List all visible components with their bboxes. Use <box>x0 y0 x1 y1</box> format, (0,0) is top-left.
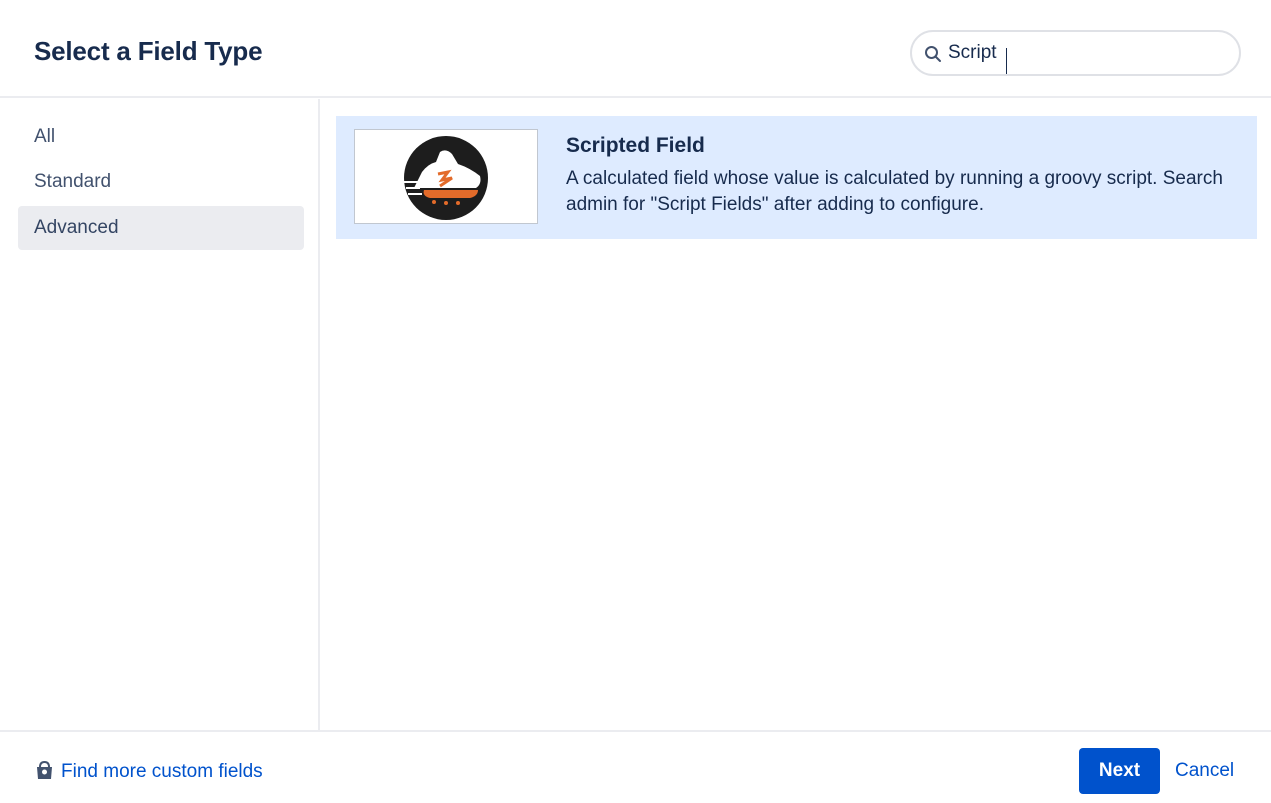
text-caret <box>1006 48 1007 74</box>
results-panel: Scripted Field A calculated field whose … <box>320 99 1271 730</box>
result-item-scripted-field[interactable]: Scripted Field A calculated field whose … <box>336 116 1257 239</box>
next-button[interactable]: Next <box>1079 748 1160 794</box>
result-thumbnail <box>354 129 538 224</box>
find-more-label: Find more custom fields <box>61 761 263 782</box>
category-sidebar: All Standard Advanced <box>0 99 320 730</box>
sidebar-item-advanced[interactable]: Advanced <box>18 206 304 250</box>
dialog-footer: Find more custom fields Next Cancel <box>0 730 1271 803</box>
dialog-header: Select a Field Type <box>0 6 1271 98</box>
find-more-custom-fields-link[interactable]: Find more custom fields <box>36 760 263 783</box>
sidebar-item-all[interactable]: All <box>18 115 304 159</box>
search-box[interactable] <box>910 30 1241 76</box>
select-field-type-dialog: Select a Field Type All Standard Advance… <box>0 0 1271 803</box>
dialog-title: Select a Field Type <box>34 36 263 66</box>
cancel-button[interactable]: Cancel <box>1175 760 1234 782</box>
search-input[interactable] <box>948 39 1228 67</box>
sidebar-item-standard[interactable]: Standard <box>18 160 304 204</box>
result-title: Scripted Field <box>566 134 705 157</box>
shopping-bag-icon <box>37 760 52 779</box>
result-description: A calculated field whose value is calcul… <box>566 168 1223 215</box>
running-shoe-icon <box>404 136 488 220</box>
search-icon <box>925 46 941 62</box>
